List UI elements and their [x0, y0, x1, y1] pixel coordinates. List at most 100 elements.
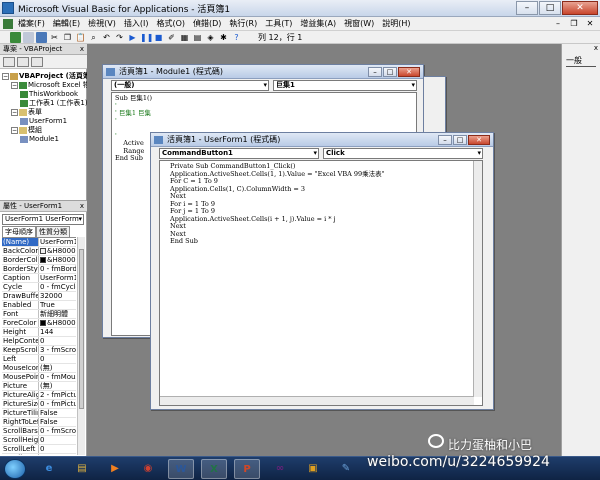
help-icon[interactable]: ? [231, 32, 242, 43]
property-value[interactable]: 3 - fmScrol [39, 346, 76, 354]
minimize-button[interactable]: – [516, 1, 538, 15]
property-row[interactable]: Picture (無) [2, 382, 76, 391]
property-row[interactable]: BackColor &H8000 [2, 247, 76, 256]
property-value[interactable]: UserForm1 [39, 238, 76, 246]
property-value[interactable]: 0 [39, 454, 76, 455]
property-row[interactable]: BorderStyle0 - fmBorde [2, 265, 76, 274]
tree-item[interactable]: − VBAProject (活頁簿1) [2, 72, 98, 81]
property-value[interactable]: 0 [39, 355, 76, 363]
properties-pane-close-icon[interactable]: x [80, 201, 84, 212]
code-vertical-scrollbar[interactable] [473, 161, 482, 397]
property-row[interactable]: Height 144 [2, 328, 76, 337]
doc-close-icon[interactable]: ✕ [584, 18, 596, 29]
menu-item-5[interactable]: 偵錯(D) [189, 18, 225, 30]
module-minimize-button[interactable]: – [368, 67, 382, 77]
property-row[interactable]: ScrollBars 0 - fmScrol [2, 427, 76, 436]
property-row[interactable]: HelpContextID0 [2, 337, 76, 346]
property-row[interactable]: Cycle 0 - fmCycle [2, 283, 76, 292]
userform-object-combo[interactable]: CommandButton1 ▾ [159, 148, 319, 159]
property-row[interactable]: PictureSizeM0 - fmPictu [2, 400, 76, 409]
tree-item[interactable]: − Microsoft Excel 物件 [11, 81, 97, 90]
property-value[interactable]: (無) [39, 364, 76, 372]
property-row[interactable]: Enabled True [2, 301, 76, 310]
property-value[interactable]: 新細明體 [39, 310, 76, 318]
cut-icon[interactable]: ✂ [49, 32, 60, 43]
property-row[interactable]: ScrollTop0 [2, 454, 76, 455]
property-value[interactable]: 0 - fmBorde [39, 265, 76, 273]
design-mode-icon[interactable]: ✐ [166, 32, 177, 43]
find-icon[interactable]: ⌕ [88, 32, 99, 43]
menu-item-0[interactable]: 檔案(F) [14, 18, 49, 30]
view-code-icon[interactable] [3, 57, 15, 67]
project-explorer-icon[interactable]: ▦ [179, 32, 190, 43]
undo-icon[interactable]: ↶ [101, 32, 112, 43]
tree-item[interactable]: UserForm1 [20, 117, 67, 126]
maximize-button[interactable]: □ [539, 1, 561, 15]
property-value[interactable]: &H8000 [39, 247, 76, 255]
menu-item-1[interactable]: 編輯(E) [49, 18, 84, 30]
scrollbar-thumb[interactable] [79, 249, 84, 409]
object-browser-icon[interactable]: ◈ [205, 32, 216, 43]
property-value[interactable]: 32000 [39, 292, 76, 300]
property-value[interactable]: False [39, 418, 76, 426]
property-value[interactable]: 0 [39, 337, 76, 345]
property-row[interactable]: MouseIcon (無) [2, 364, 76, 373]
tab-categorized[interactable]: 性質分類 [36, 226, 70, 237]
properties-window-icon[interactable]: ▤ [192, 32, 203, 43]
property-row[interactable]: PictureTilingFalse [2, 409, 76, 418]
property-row[interactable]: (Name) UserForm1 [2, 238, 76, 247]
excel-doc-icon[interactable] [3, 19, 13, 29]
collapse-icon[interactable]: − [11, 126, 18, 134]
property-row[interactable]: ForeColor &H8000 [2, 319, 76, 328]
property-row[interactable]: ScrollLeft 0 [2, 445, 76, 454]
property-value[interactable]: 0 - fmMous [39, 373, 76, 381]
property-value[interactable]: UserForm1 [39, 274, 76, 282]
toggle-folders-icon[interactable] [31, 57, 43, 67]
menu-item-3[interactable]: 插入(I) [120, 18, 153, 30]
property-row[interactable]: Font 新細明體 [2, 310, 76, 319]
property-value[interactable]: 2 - fmPictu [39, 391, 76, 399]
ie-icon[interactable]: e [36, 459, 62, 479]
powerpoint-icon[interactable]: P [234, 459, 260, 479]
chrome-icon[interactable]: ◉ [135, 459, 161, 479]
properties-scrollbar[interactable] [77, 237, 85, 455]
property-value[interactable]: 0 - fmScrol [39, 427, 76, 435]
menu-item-2[interactable]: 檢視(V) [84, 18, 120, 30]
property-value[interactable]: 0 [39, 445, 76, 453]
object-selector[interactable]: UserForm1 UserForm ▾ [2, 214, 84, 225]
property-row[interactable]: MousePointer0 - fmMous [2, 373, 76, 382]
userform-code-editor[interactable]: Private Sub CommandButton1_Click() Applic… [159, 160, 483, 406]
property-row[interactable]: PictureAlign2 - fmPictu [2, 391, 76, 400]
module-maximize-button[interactable]: □ [383, 67, 397, 77]
tree-item[interactable]: − 模組 [11, 126, 42, 135]
folder-icon[interactable]: ▤ [69, 459, 95, 479]
tree-item[interactable]: Module1 [20, 135, 59, 144]
property-value[interactable]: 0 [39, 436, 76, 444]
property-row[interactable]: Caption UserForm1 [2, 274, 76, 283]
code-horizontal-scrollbar[interactable] [160, 396, 474, 405]
property-row[interactable]: KeepScrollBa3 - fmScrol [2, 346, 76, 355]
tree-item[interactable]: 工作表1 (工作表1) [20, 99, 88, 108]
module-object-combo[interactable]: (一般) ▾ [111, 80, 269, 91]
start-button[interactable] [4, 459, 26, 479]
property-row[interactable]: ScrollHeight0 [2, 436, 76, 445]
project-pane-close-icon[interactable]: x [80, 44, 84, 55]
collapse-icon[interactable]: − [11, 108, 18, 116]
paint-icon[interactable]: ✎ [333, 459, 359, 479]
close-button[interactable]: ✕ [562, 1, 598, 15]
module-procedure-combo[interactable]: 巨集1 ▾ [273, 80, 417, 91]
menu-item-6[interactable]: 執行(R) [225, 18, 261, 30]
menu-item-7[interactable]: 工具(T) [261, 18, 296, 30]
property-value[interactable]: 144 [39, 328, 76, 336]
menu-item-8[interactable]: 增益集(A) [296, 18, 340, 30]
property-row[interactable]: RightToLeft False [2, 418, 76, 427]
menu-item-4[interactable]: 格式(O) [152, 18, 189, 30]
userform-maximize-button[interactable]: □ [453, 135, 467, 145]
collapse-icon[interactable]: − [2, 72, 9, 80]
word-icon[interactable]: W [168, 459, 194, 479]
vs-icon[interactable]: ∞ [267, 459, 293, 479]
excel-view-icon[interactable] [10, 32, 21, 43]
property-value[interactable]: 0 - fmCycle [39, 283, 76, 291]
property-value[interactable]: &H8000 [39, 256, 76, 264]
reset-icon[interactable]: ■ [153, 32, 164, 43]
